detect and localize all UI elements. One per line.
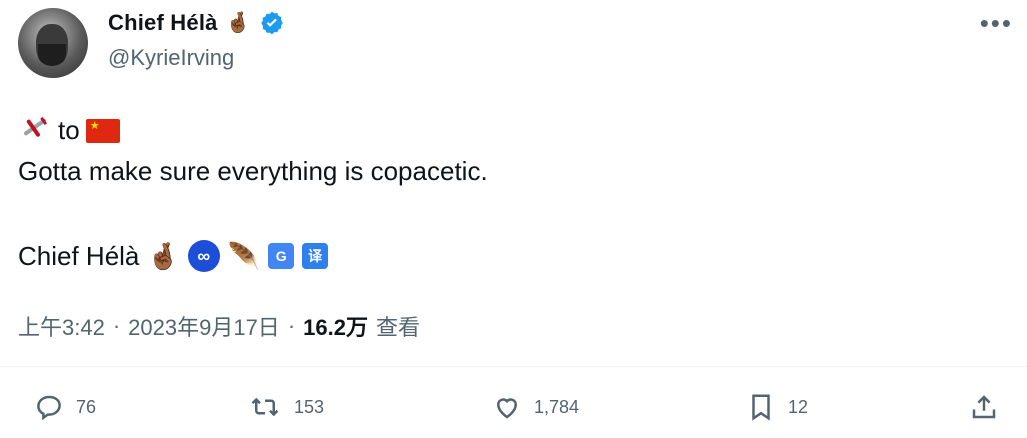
author-name-emoji: 🤞🏾 <box>225 12 251 34</box>
feather-icon: 🪶 <box>227 240 261 271</box>
avatar[interactable] <box>18 8 88 78</box>
reply-count: 76 <box>76 396 97 417</box>
share-button[interactable] <box>969 392 999 422</box>
tweet-meta: 上午3:42 · 2023年9月17日 · 16.2万 查看 <box>18 310 420 342</box>
tweet-signature: Chief Hélà 🤞🏾 ∞ 🪶 G 译 <box>18 240 329 272</box>
like-count: 1,784 <box>534 396 580 417</box>
china-flag-icon: ★ <box>85 118 120 143</box>
avatar-beard <box>38 44 66 66</box>
bookmark-count: 12 <box>788 396 809 417</box>
more-icon[interactable]: ••• <box>980 8 1013 39</box>
tweet-line1-word: to <box>58 115 80 145</box>
retweet-button[interactable]: 153 <box>248 392 324 422</box>
airplane-icon <box>18 112 52 149</box>
retweet-icon <box>248 392 282 422</box>
author-name[interactable]: Chief Hélà 🤞🏾 <box>108 10 285 36</box>
meta-separator: · <box>287 313 296 338</box>
divider <box>0 366 1027 367</box>
infinity-icon: ∞ <box>187 240 220 272</box>
tweet-time[interactable]: 上午3:42 <box>18 310 105 342</box>
views-count: 16.2万 <box>303 315 368 340</box>
reply-button[interactable]: 76 <box>34 392 96 422</box>
tweet-date[interactable]: 2023年9月17日 <box>128 310 280 342</box>
verified-badge-icon <box>259 10 285 36</box>
reply-icon <box>34 392 64 422</box>
views-label: 查看 <box>375 315 420 340</box>
bookmark-icon <box>746 392 776 422</box>
crossed-fingers-icon: 🤞🏾 <box>147 240 180 271</box>
author-display-name: Chief Hélà <box>108 10 218 35</box>
bookmark-button[interactable]: 12 <box>746 392 808 422</box>
google-translate-icon: G <box>268 243 295 269</box>
share-icon <box>969 392 999 422</box>
tweet-line2: Gotta make sure everything is copacetic. <box>18 156 488 186</box>
signature-name: Chief Hélà <box>18 240 140 271</box>
translate-icon: 译 <box>302 243 329 269</box>
author-handle[interactable]: @KyrieIrving <box>108 45 234 71</box>
heart-icon <box>492 392 522 422</box>
like-button[interactable]: 1,784 <box>492 392 579 422</box>
retweet-count: 153 <box>294 396 325 417</box>
meta-separator: · <box>112 313 121 338</box>
tweet-line1: to ★ <box>18 112 120 149</box>
